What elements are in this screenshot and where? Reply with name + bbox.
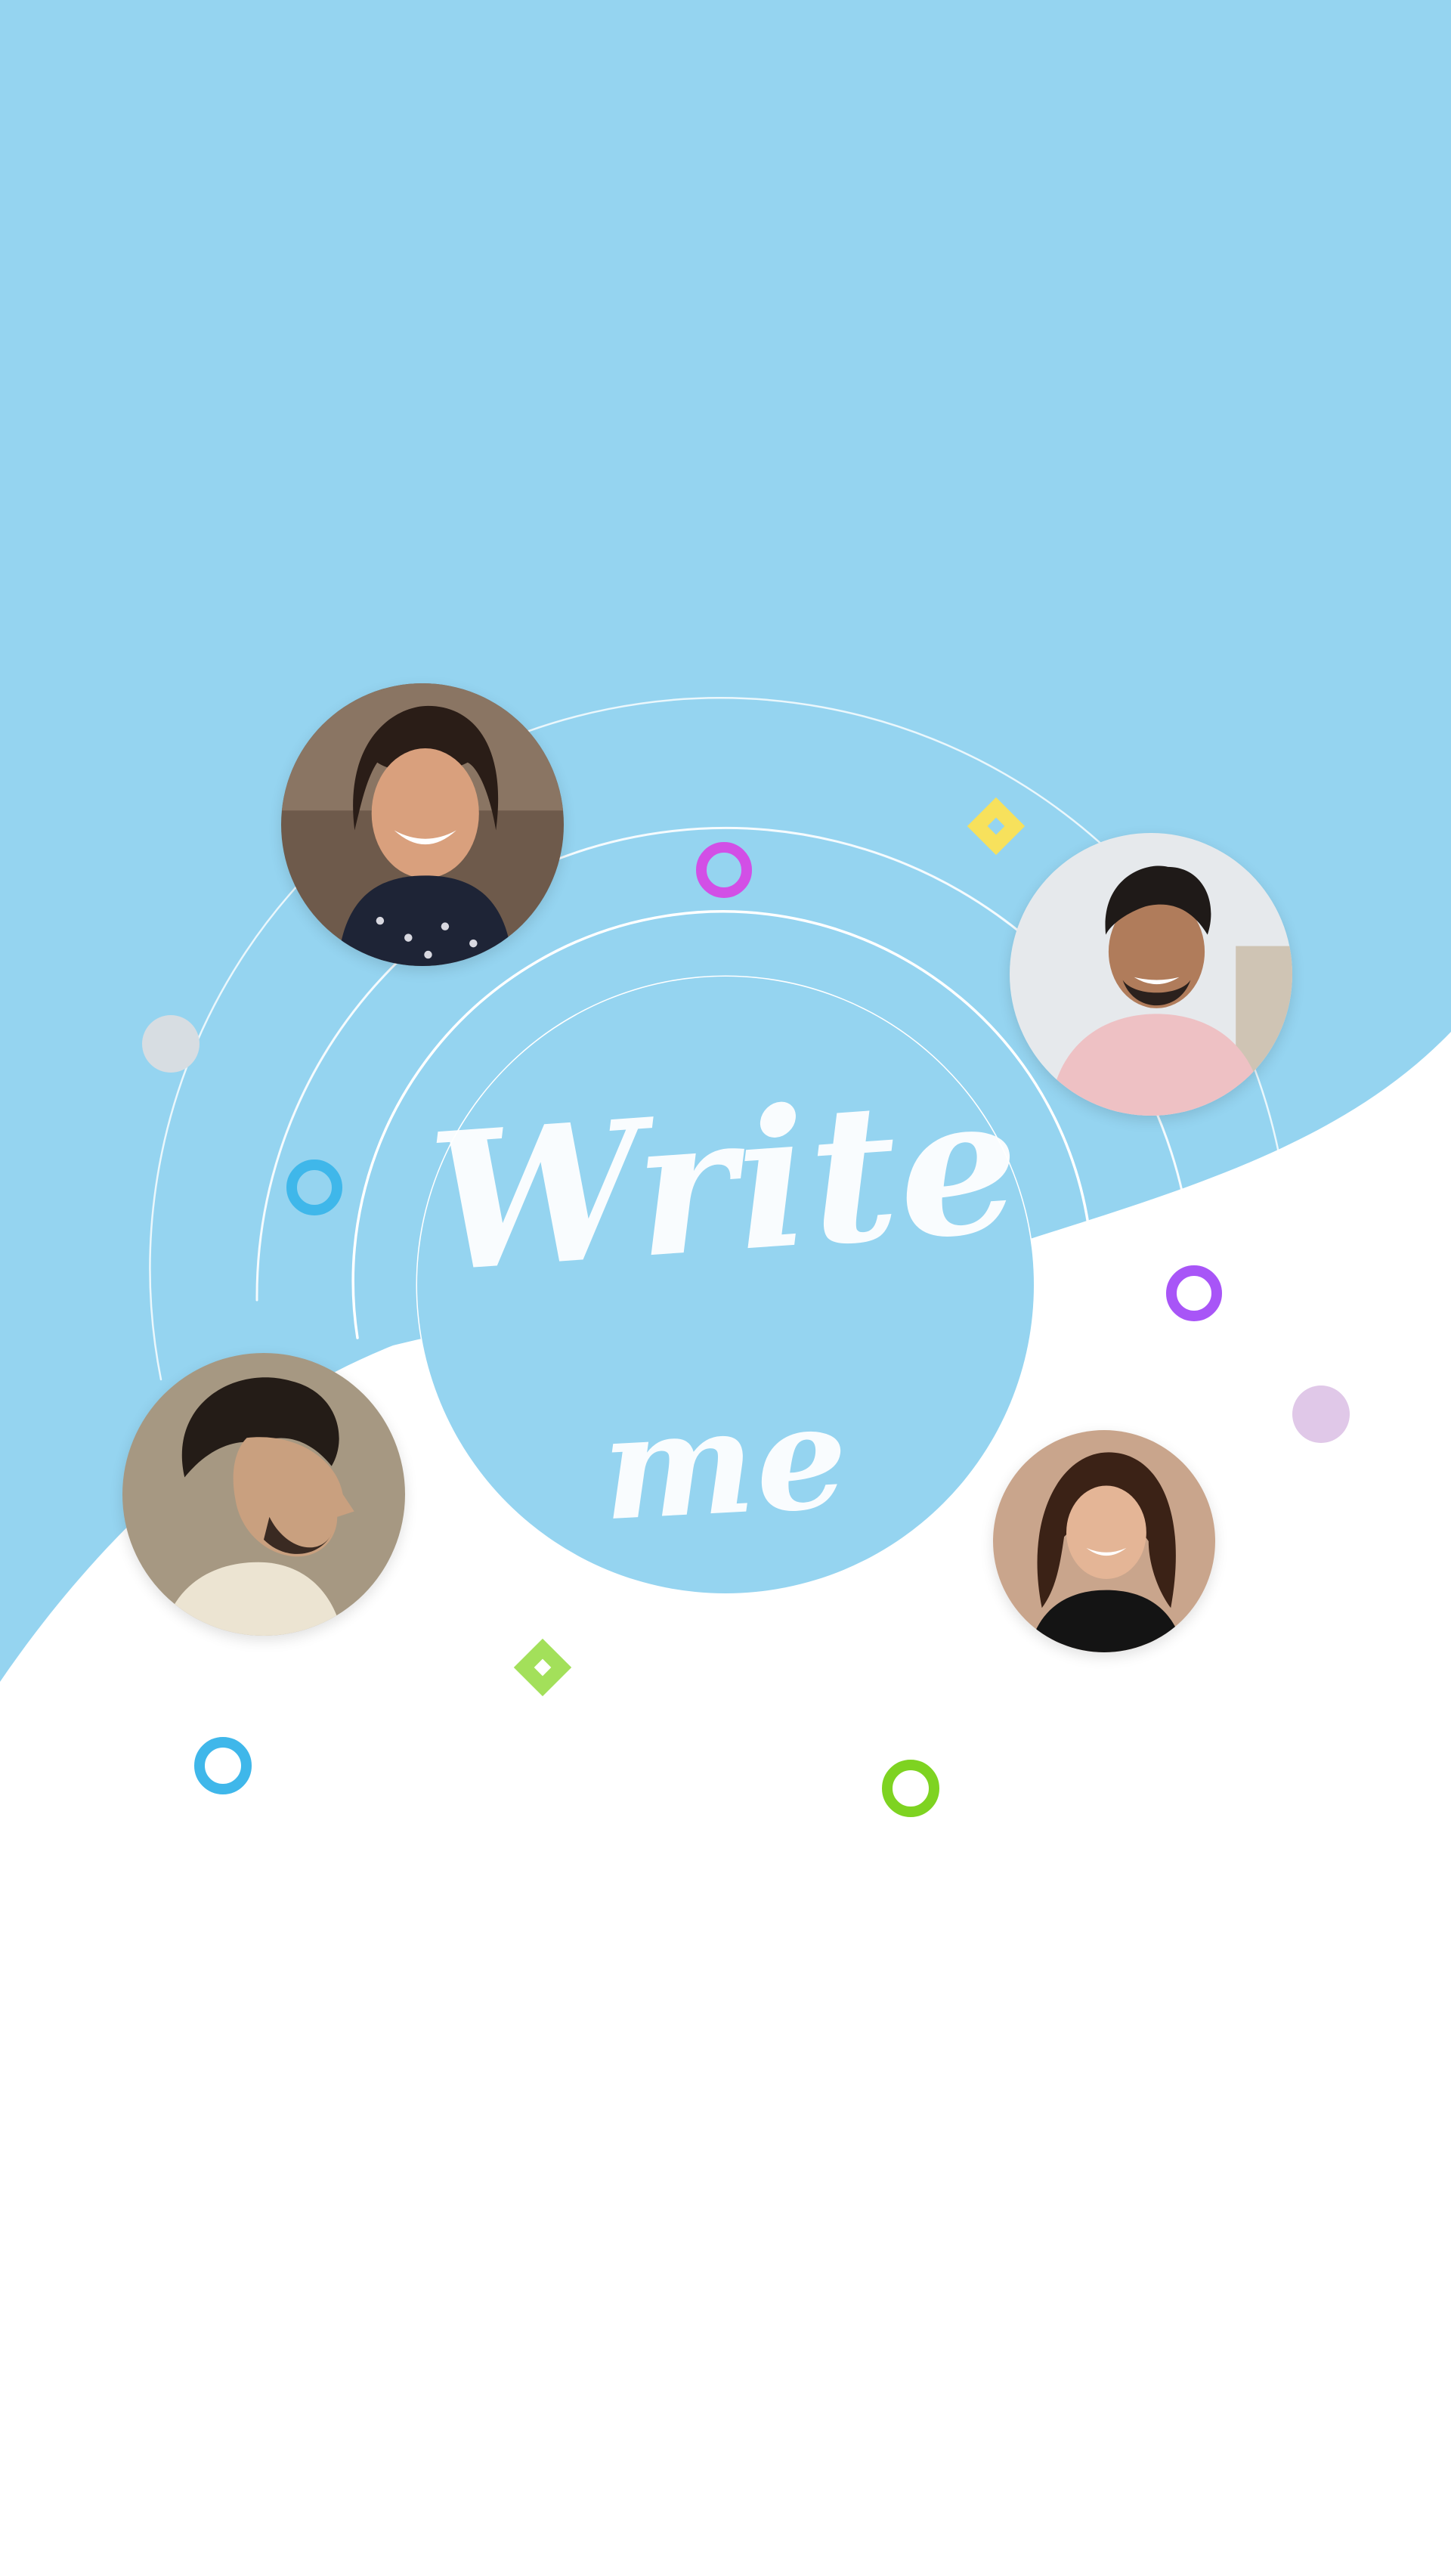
blue-ring-bottom-icon <box>194 1737 252 1794</box>
smiling-man-portrait <box>1010 833 1292 1116</box>
headline-write: Write <box>423 1051 1028 1314</box>
smiling-woman-2-portrait <box>993 1430 1215 1652</box>
profile-man-portrait <box>122 1353 405 1636</box>
green-ring-icon <box>882 1760 939 1817</box>
smiling-woman-2-avatar[interactable] <box>993 1430 1215 1652</box>
smiling-woman-portrait <box>281 683 564 966</box>
smiling-woman-avatar[interactable] <box>281 683 564 966</box>
profile-man-avatar[interactable] <box>122 1353 405 1636</box>
grey-dot-icon <box>142 1015 200 1073</box>
green-diamond-icon <box>513 1638 572 1697</box>
contact-hero: Write me <box>0 0 1451 2576</box>
purple-ring-icon <box>1166 1265 1222 1321</box>
smiling-man-avatar[interactable] <box>1010 833 1292 1116</box>
lilac-dot-icon <box>1292 1386 1350 1443</box>
